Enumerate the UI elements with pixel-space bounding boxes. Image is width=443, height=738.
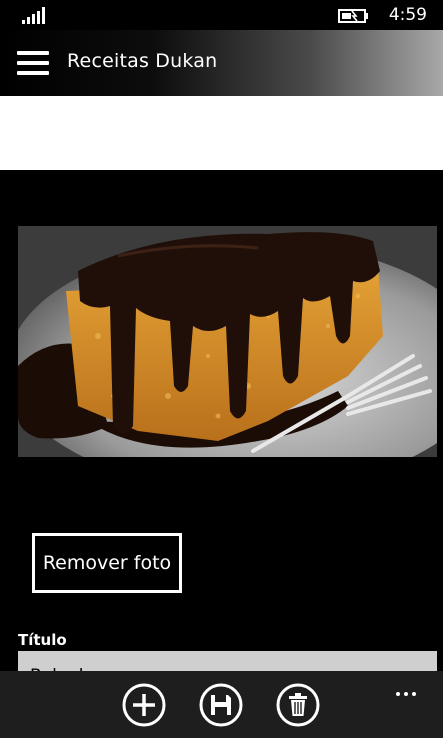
ellipsis-icon[interactable] xyxy=(396,681,422,696)
recipe-photo xyxy=(18,226,437,457)
cake-image xyxy=(18,226,437,457)
remove-photo-button[interactable]: Remover foto xyxy=(32,533,182,593)
clock: 4:59 xyxy=(388,5,427,25)
app-bar xyxy=(0,671,443,738)
status-bar: 4:59 xyxy=(0,0,443,30)
header-spacer xyxy=(0,96,443,170)
title-label: Título xyxy=(18,631,67,649)
delete-icon[interactable] xyxy=(276,683,320,727)
app-header: Receitas Dukan xyxy=(0,30,443,96)
save-icon[interactable] xyxy=(199,683,243,727)
hamburger-menu-icon[interactable] xyxy=(17,51,49,75)
add-icon[interactable] xyxy=(122,683,166,727)
app-title: Receitas Dukan xyxy=(67,50,218,72)
battery-charging-icon xyxy=(338,9,368,23)
signal-strength-icon xyxy=(22,7,45,24)
